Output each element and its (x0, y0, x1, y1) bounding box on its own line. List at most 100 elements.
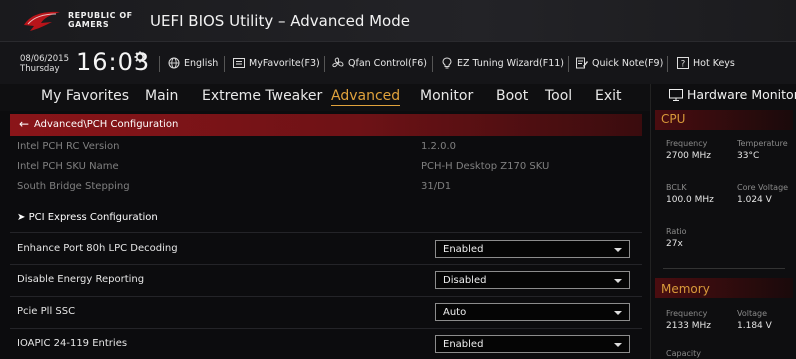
toolbar-divider (667, 56, 668, 72)
hot-keys-label: Hot Keys (693, 57, 735, 69)
cpu-frequency-value: 2700 MHz (666, 151, 712, 161)
dropdown-value: Auto (443, 307, 467, 318)
back-arrow-icon[interactable]: ← (19, 117, 29, 131)
rog-logo-icon (24, 11, 60, 31)
info-row: Intel PCH SKU Name PCH-H Desktop Z170 SK… (10, 156, 642, 175)
chevron-down-icon (614, 343, 622, 347)
setting-label: Pcie Pll SSC (17, 306, 76, 317)
dropdown-value: Disabled (443, 275, 487, 286)
list-icon (233, 58, 245, 68)
tab-tool[interactable]: Tool (545, 88, 572, 104)
setting-label: Enhance Port 80h LPC Decoding (17, 243, 178, 254)
info-value: 1.2.0.0 (421, 141, 456, 152)
enhance-port-80h-dropdown[interactable]: Enabled (435, 240, 630, 258)
toolbar-divider (159, 56, 160, 72)
dropdown-value: Enabled (443, 339, 484, 350)
ez-tuning-wizard-button[interactable]: EZ Tuning Wizard(F11) (441, 57, 564, 69)
info-label: Intel PCH SKU Name (17, 161, 119, 172)
submenu-pci-express-configuration[interactable]: ➤ PCI Express Configuration (10, 206, 642, 230)
memory-frequency-label: Frequency (666, 309, 708, 318)
hardware-monitor-panel: Hardware Monitor CPU Frequency Temperatu… (650, 84, 796, 359)
tab-extreme-tweaker[interactable]: Extreme Tweaker (202, 88, 322, 104)
app-title: UEFI BIOS Utility – Advanced Mode (150, 12, 410, 30)
info-row: South Bridge Stepping 31/D1 (10, 176, 642, 195)
language-label: English (184, 57, 219, 69)
memory-voltage-label: Voltage (737, 309, 768, 318)
gear-icon[interactable] (134, 51, 146, 63)
submenu-text: PCI Express Configuration (28, 212, 158, 223)
qfan-control-button[interactable]: Qfan Control(F6) (332, 57, 427, 69)
title-bar: REPUBLIC OF GAMERS UEFI BIOS Utility – A… (0, 0, 796, 42)
myfavorite-label: MyFavorite(F3) (249, 57, 320, 69)
tab-main[interactable]: Main (145, 88, 178, 104)
chevron-down-icon (614, 311, 622, 315)
date-text: 08/06/2015 (20, 54, 69, 64)
cpu-frequency-label: Frequency (666, 139, 708, 148)
ratio-value: 27x (666, 239, 683, 249)
help-icon: ? (677, 57, 689, 69)
cpu-temperature-value: 33°C (737, 151, 760, 161)
memory-capacity-label: Capacity (666, 349, 701, 358)
memory-frequency-value: 2133 MHz (666, 321, 712, 331)
hot-keys-button[interactable]: ? Hot Keys (677, 57, 735, 69)
dropdown-value: Enabled (443, 244, 484, 255)
tab-my-favorites[interactable]: My Favorites (41, 88, 129, 104)
cpu-section-title: CPU (661, 112, 686, 126)
brand-line1: REPUBLIC OF (68, 11, 133, 20)
cpu-temperature-label: Temperature (737, 139, 788, 148)
quick-note-button[interactable]: Quick Note(F9) (576, 57, 663, 69)
setting-row[interactable]: Disable Energy Reporting Disabled (10, 268, 642, 294)
info-label: South Bridge Stepping (17, 181, 130, 192)
chevron-down-icon (614, 279, 622, 283)
setting-label: Disable Energy Reporting (17, 274, 145, 285)
bclk-label: BCLK (666, 183, 687, 192)
core-voltage-label: Core Voltage (737, 183, 789, 192)
ratio-label: Ratio (666, 227, 687, 236)
row-divider (10, 232, 642, 233)
ez-tuning-label: EZ Tuning Wizard(F11) (457, 57, 565, 69)
row-divider (10, 296, 642, 297)
info-value: 31/D1 (421, 181, 452, 192)
pcie-pll-ssc-dropdown[interactable]: Auto (435, 303, 630, 321)
globe-icon (168, 57, 180, 69)
core-voltage-value: 1.024 V (737, 195, 772, 205)
disable-energy-reporting-dropdown[interactable]: Disabled (435, 271, 630, 289)
tab-monitor[interactable]: Monitor (420, 88, 473, 104)
chevron-down-icon (614, 248, 622, 252)
hw-divider (663, 268, 785, 269)
fan-icon (332, 57, 344, 68)
language-button[interactable]: English (168, 57, 218, 69)
setting-row[interactable]: Enhance Port 80h LPC Decoding Enabled (10, 236, 642, 262)
qfan-label: Qfan Control(F6) (348, 57, 427, 69)
ioapic-entries-dropdown[interactable]: Enabled (435, 335, 630, 353)
setting-row[interactable]: IOAPIC 24-119 Entries Enabled (10, 332, 642, 358)
tab-exit[interactable]: Exit (595, 88, 622, 104)
brand-text: REPUBLIC OF GAMERS (68, 11, 133, 29)
setting-label: IOAPIC 24-119 Entries (17, 338, 128, 349)
bclk-value: 100.0 MHz (666, 195, 714, 205)
svg-text:?: ? (681, 59, 686, 69)
toolbar-divider (432, 56, 433, 72)
tab-boot[interactable]: Boot (496, 88, 528, 104)
row-divider (10, 264, 642, 265)
breadcrumb-path: Advanced\PCH Configuration (34, 119, 179, 130)
bulb-icon (442, 57, 452, 69)
hardware-monitor-label: Hardware Monitor (687, 87, 796, 102)
info-value: PCH-H Desktop Z170 SKU (421, 161, 550, 172)
date-display[interactable]: 08/06/2015 Thursday (20, 54, 69, 74)
submenu-arrow-icon: ➤ (17, 212, 29, 223)
memory-voltage-value: 1.184 V (737, 321, 772, 331)
note-icon (576, 57, 588, 69)
memory-section-title: Memory (661, 282, 710, 296)
main-menu: My Favorites Main Extreme Tweaker Advanc… (0, 84, 650, 111)
info-row: Intel PCH RC Version 1.2.0.0 (10, 136, 642, 155)
toolbar-divider (324, 56, 325, 72)
myfavorite-button[interactable]: MyFavorite(F3) (233, 57, 320, 69)
quick-note-label: Quick Note(F9) (592, 57, 664, 69)
tab-advanced[interactable]: Advanced (331, 88, 401, 106)
setting-row[interactable]: Pcie Pll SSC Auto (10, 300, 642, 326)
monitor-icon (669, 88, 683, 101)
brand-line2: GAMERS (68, 20, 110, 29)
weekday-text: Thursday (20, 64, 60, 74)
info-label: Intel PCH RC Version (17, 141, 120, 152)
